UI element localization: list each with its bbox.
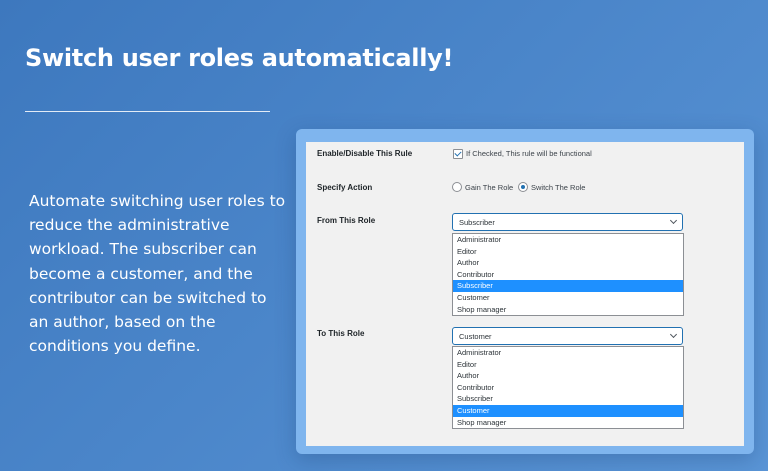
from-role-label: From This Role — [317, 216, 376, 225]
enable-rule-label: Enable/Disable This Rule — [317, 149, 413, 158]
enable-rule-checkbox[interactable] — [453, 149, 463, 159]
description: Automate switching user roles to reduce … — [29, 192, 286, 356]
divider — [25, 111, 270, 112]
gain-role-radio[interactable] — [452, 182, 462, 192]
to-option-subscriber[interactable]: Subscriber — [453, 393, 683, 405]
switch-role-label[interactable]: Switch The Role — [531, 183, 585, 192]
to-option-editor[interactable]: Editor — [453, 359, 683, 371]
from-role-options: Administrator Editor Author Contributor … — [452, 233, 684, 317]
chevron-down-icon — [669, 216, 678, 225]
gain-role-label[interactable]: Gain The Role — [465, 183, 513, 192]
to-option-administrator[interactable]: Administrator — [453, 347, 683, 359]
from-option-subscriber[interactable]: Subscriber — [453, 280, 683, 292]
to-option-customer[interactable]: Customer — [453, 404, 683, 417]
from-option-editor[interactable]: Editor — [453, 246, 683, 258]
from-option-customer[interactable]: Customer — [453, 292, 683, 304]
to-role-label: To This Role — [317, 329, 365, 338]
from-option-shop-manager[interactable]: Shop manager — [453, 304, 683, 316]
chevron-down-icon — [669, 330, 678, 339]
to-option-shop-manager[interactable]: Shop manager — [453, 417, 683, 429]
from-option-administrator[interactable]: Administrator — [453, 234, 683, 246]
from-option-contributor[interactable]: Contributor — [453, 269, 683, 281]
headline: Switch user roles automatically! — [25, 44, 454, 72]
from-option-author[interactable]: Author — [453, 257, 683, 269]
to-role-select[interactable]: Customer — [452, 327, 683, 345]
from-role-selected-value: Subscriber — [459, 218, 495, 227]
to-role-options: Administrator Editor Author Contributor … — [452, 346, 684, 430]
enable-rule-hint: If Checked, This rule will be functional — [466, 149, 592, 158]
to-role-selected-value: Customer — [459, 332, 492, 341]
switch-role-radio[interactable] — [518, 182, 528, 192]
to-option-contributor[interactable]: Contributor — [453, 382, 683, 394]
to-option-author[interactable]: Author — [453, 370, 683, 382]
from-role-select[interactable]: Subscriber — [452, 213, 683, 231]
specify-action-label: Specify Action — [317, 183, 373, 192]
